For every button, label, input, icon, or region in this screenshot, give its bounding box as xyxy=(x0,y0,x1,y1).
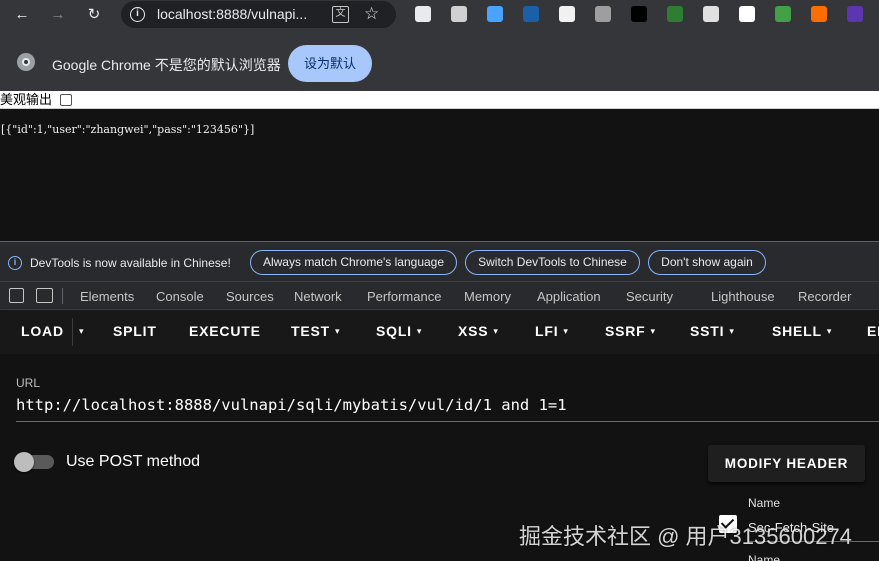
ssrf-label: SSRF xyxy=(605,323,646,339)
tab-lighthouse[interactable]: Lighthouse xyxy=(711,289,775,304)
load-label: LOAD xyxy=(21,323,64,339)
reload-icon[interactable]: ↻ xyxy=(83,3,105,25)
lfi-menu[interactable]: LFI ▾ xyxy=(535,323,569,339)
infobar-message: Google Chrome 不是您的默认浏览器 xyxy=(52,57,281,73)
test-menu[interactable]: TEST ▾ xyxy=(291,323,340,339)
chevron-down-icon: ▾ xyxy=(334,326,341,336)
bookmark-star-icon[interactable]: ☆ xyxy=(364,4,379,24)
tab-performance[interactable]: Performance xyxy=(367,289,441,304)
match-language-button[interactable]: Always match Chrome's language xyxy=(250,250,457,275)
forward-icon[interactable]: → xyxy=(47,3,69,25)
device-toolbar-icon[interactable] xyxy=(36,288,53,303)
chevron-down-icon: ▾ xyxy=(826,326,833,336)
ring-extension-icon[interactable] xyxy=(703,6,719,22)
toolbar-divider xyxy=(62,288,63,304)
wave-extension-icon[interactable] xyxy=(523,6,539,22)
flask-extension-icon[interactable] xyxy=(415,6,431,22)
chevron-down-icon: ▾ xyxy=(650,326,656,336)
header-name-label: Name xyxy=(748,496,781,510)
modify-header-button[interactable]: MODIFY HEADER xyxy=(708,445,865,482)
shell-menu[interactable]: SHELL ▾ xyxy=(772,323,832,339)
split-label: SPLIT xyxy=(113,323,157,339)
tab-sources[interactable]: Sources xyxy=(226,289,274,304)
execute-button[interactable]: EXECUTE xyxy=(189,323,261,339)
hat-extension-icon[interactable] xyxy=(595,6,611,22)
xss-menu[interactable]: XSS ▾ xyxy=(458,323,499,339)
url-field-label: URL xyxy=(16,376,41,390)
purple-extension-icon[interactable] xyxy=(847,6,863,22)
sqli-menu[interactable]: SQLI ▾ xyxy=(376,323,422,339)
tab-console[interactable]: Console xyxy=(156,289,204,304)
hackbar-extension-icon[interactable] xyxy=(631,6,647,22)
chevron-down-icon: ▾ xyxy=(493,326,499,336)
cloud-extension-icon[interactable] xyxy=(739,6,755,22)
tab-elements[interactable]: Elements xyxy=(80,289,134,304)
inspect-element-icon[interactable] xyxy=(9,288,24,303)
default-browser-infobar: Google Chrome 不是您的默认浏览器 设为默认 xyxy=(0,29,879,91)
tab-security[interactable]: Security xyxy=(626,289,673,304)
split-button[interactable]: SPLIT xyxy=(113,323,157,339)
url-input[interactable]: http://localhost:8888/vulnapi/sqli/mybat… xyxy=(16,396,567,414)
menu-divider xyxy=(72,318,73,346)
address-url[interactable]: localhost:8888/vulnapi... xyxy=(157,6,307,22)
chevron-down-icon: ▾ xyxy=(416,326,423,336)
window-extension-icon[interactable] xyxy=(451,6,467,22)
notice-text: DevTools is now available in Chinese! xyxy=(30,256,231,270)
header-name-label-2: Name xyxy=(748,553,781,561)
set-default-button[interactable]: 设为默认 xyxy=(288,45,372,82)
hacker-extension-icon[interactable] xyxy=(559,6,575,22)
ssti-label: SSTI xyxy=(690,323,725,339)
pin-extension-icon[interactable] xyxy=(487,6,503,22)
ssti-menu[interactable]: SSTI ▾ xyxy=(690,323,735,339)
translate-icon[interactable]: 文 xyxy=(332,6,349,23)
json-response: [{"id":1,"user":"zhangwei","pass":"12345… xyxy=(1,123,255,136)
encoding-label: EN xyxy=(867,323,879,339)
browser-toolbar: ← → ↻ i localhost:8888/vulnapi... 文 ☆ xyxy=(0,0,879,29)
ssrf-menu[interactable]: SSRF ▾ xyxy=(605,323,656,339)
lfi-label: LFI xyxy=(535,323,559,339)
tab-recorder[interactable]: Recorder xyxy=(798,289,851,304)
devtools-language-notice: i DevTools is now available in Chinese! … xyxy=(0,241,879,282)
switch-to-chinese-button[interactable]: Switch DevTools to Chinese xyxy=(465,250,640,275)
load-dropdown-button[interactable]: ▾ xyxy=(79,323,84,339)
tab-application[interactable]: Application xyxy=(537,289,601,304)
address-bar[interactable]: i localhost:8888/vulnapi... 文 ☆ xyxy=(121,1,396,28)
pretty-print-checkbox[interactable] xyxy=(60,94,72,106)
test-label: TEST xyxy=(291,323,330,339)
pretty-print-bar: 美观输出 xyxy=(0,91,879,109)
post-method-toggle[interactable] xyxy=(14,452,54,472)
xss-label: XSS xyxy=(458,323,489,339)
devtools-tabbar: Elements Console Sources Network Perform… xyxy=(0,282,879,310)
badge-green-extension-icon[interactable] xyxy=(775,6,791,22)
chrome-logo-icon xyxy=(17,53,35,71)
pretty-print-label: 美观输出 xyxy=(0,92,53,107)
back-icon[interactable]: ← xyxy=(11,3,33,25)
shell-label: SHELL xyxy=(772,323,822,339)
info-icon: i xyxy=(8,256,22,270)
encoding-menu[interactable]: EN xyxy=(867,323,879,339)
orange-extension-icon[interactable] xyxy=(811,6,827,22)
devtools-panel: i DevTools is now available in Chinese! … xyxy=(0,241,879,561)
tab-memory[interactable]: Memory xyxy=(464,289,511,304)
tab-network[interactable]: Network xyxy=(294,289,342,304)
load-button[interactable]: LOAD xyxy=(21,323,64,339)
url-input-underline xyxy=(16,421,879,422)
toggle-knob xyxy=(14,452,34,472)
page-content: 美观输出 [{"id":1,"user":"zhangwei","pass":"… xyxy=(0,91,879,241)
sqli-label: SQLI xyxy=(376,323,412,339)
site-info-icon[interactable]: i xyxy=(130,7,145,22)
execute-label: EXECUTE xyxy=(189,323,261,339)
watermark-text: 掘金技术社区 @ 用户3135600274 xyxy=(519,524,852,549)
chevron-down-icon: ▾ xyxy=(563,326,569,336)
dont-show-again-button[interactable]: Don't show again xyxy=(648,250,766,275)
post-method-label: Use POST method xyxy=(66,453,200,470)
circle-extension-icon[interactable] xyxy=(667,6,683,22)
chevron-down-icon: ▾ xyxy=(729,326,735,336)
chevron-down-icon: ▾ xyxy=(79,326,85,336)
hackbar-menu: LOAD ▾ SPLIT EXECUTE TEST ▾ SQLI ▾ XSS ▾ LF… xyxy=(0,310,879,354)
